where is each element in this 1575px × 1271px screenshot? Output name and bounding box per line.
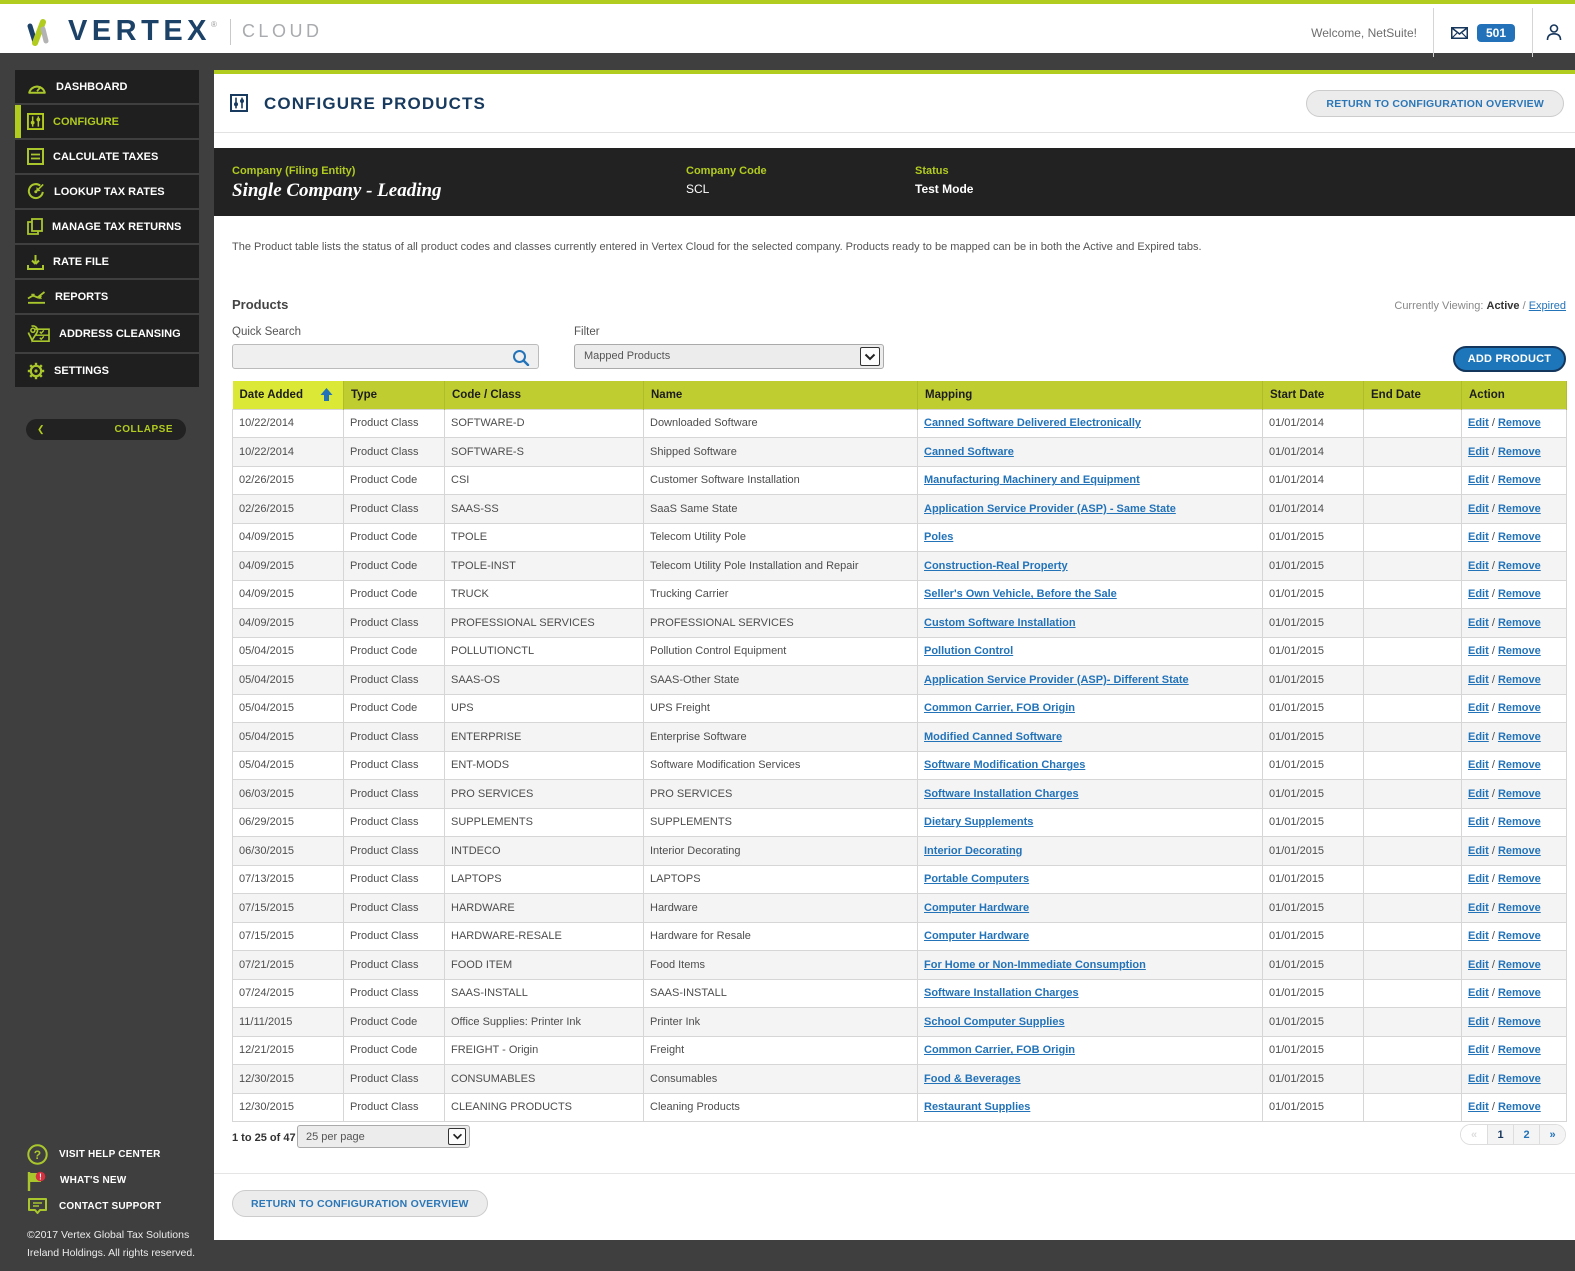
svg-text:!: ! — [39, 1172, 42, 1181]
svg-text:?: ? — [34, 1148, 42, 1162]
